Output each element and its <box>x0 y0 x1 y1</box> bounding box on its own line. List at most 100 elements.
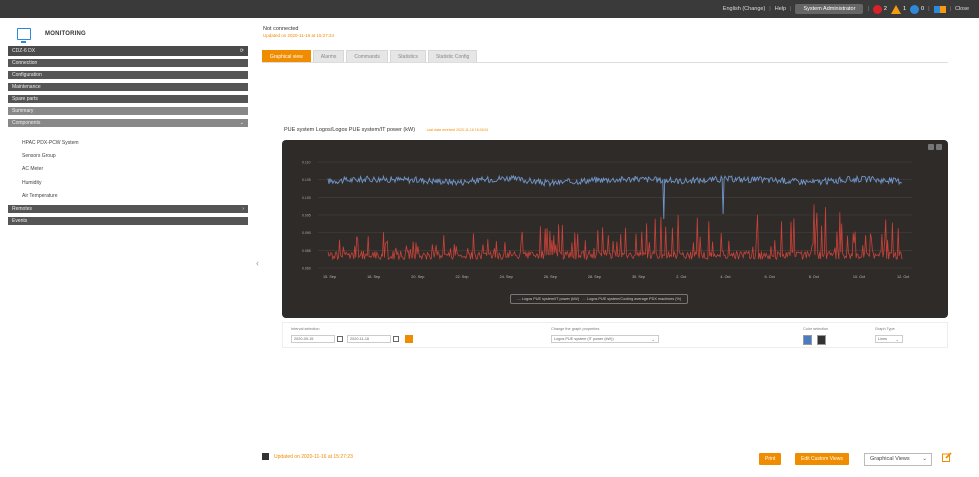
separator: | <box>867 6 869 12</box>
tab-alarms[interactable]: Alarms <box>312 50 345 62</box>
info-alarm-count: 0 <box>921 6 925 12</box>
component-item[interactable]: AC Meter <box>22 166 43 172</box>
critical-alarm-badge[interactable]: 2 <box>872 4 887 14</box>
x-tick-label: 15. Sep <box>323 275 336 279</box>
y-tick-label: 0.060 <box>302 267 311 271</box>
app-title: MONITORING <box>45 31 86 37</box>
chevron-down-icon: ⌄ <box>651 337 655 342</box>
refresh-icon[interactable]: ⟳ <box>240 46 244 56</box>
tab-graphical-view[interactable]: Graphical view <box>262 50 311 62</box>
edit-icon[interactable] <box>942 452 952 462</box>
status-title: Not connected <box>263 26 299 32</box>
separator: | <box>949 6 951 12</box>
graph-type-select[interactable]: Lines ⌄ <box>875 335 903 343</box>
color-black-button[interactable] <box>817 335 826 345</box>
collapse-sidebar-icon[interactable]: ‹ <box>256 258 259 268</box>
views-value: Graphical Views <box>870 456 910 462</box>
calendar-icon[interactable] <box>337 336 343 342</box>
sidebar-item-connection[interactable]: Connection <box>8 59 248 67</box>
x-tick-label: 22. Sep <box>455 275 468 279</box>
to-date-input[interactable]: 2020-11-16 <box>347 335 391 343</box>
user-button[interactable]: System Administrator <box>795 4 864 14</box>
app-logo-row: MONITORING <box>17 24 86 44</box>
separator: | <box>928 6 930 12</box>
legend-item[interactable]: Logos PUE system/IT power (kW) <box>522 297 579 301</box>
series-line-2[interactable] <box>327 204 903 261</box>
graph-controls: Interval selection 2020-09-15 2020-11-16… <box>282 322 948 348</box>
from-date-input[interactable]: 2020-09-15 <box>291 335 335 343</box>
edit-custom-views-button[interactable]: Edit Custom Views <box>795 453 849 465</box>
info-icon <box>910 4 919 14</box>
remotes-label: Remotes <box>12 206 33 212</box>
x-tick-label: 10. Oct <box>853 275 866 279</box>
print-button[interactable]: Print <box>759 453 782 465</box>
tab-statistic-config[interactable]: Statistic Config <box>427 50 478 62</box>
y-tick-label: 0.100 <box>302 196 311 200</box>
y-tick-label: 0.095 <box>302 214 311 218</box>
x-tick-label: 18. Sep <box>367 275 380 279</box>
critical-alarm-icon <box>872 4 882 14</box>
chevron-down-icon: ⌄ <box>895 337 899 342</box>
status-updated: Updated on 2020-11-16 at 15:27:24 <box>263 33 334 38</box>
site-name: CDZ-6 DX <box>12 48 36 54</box>
close-link[interactable]: Close <box>955 6 969 12</box>
property-select[interactable]: Logos PUE system (IT power (kW)) ⌄ <box>551 335 659 343</box>
views-select[interactable]: Graphical Views ⌄ <box>864 453 932 466</box>
line-chart: 0.060 0.085 0.090 0.095 0.100 0.105 0.110 15. S… <box>302 161 912 279</box>
info-alarm-badge[interactable]: 0 <box>910 4 925 14</box>
flag-icon[interactable] <box>933 5 946 13</box>
separator: | <box>790 6 792 12</box>
chevron-right-icon: › <box>242 206 244 212</box>
legend-item[interactable]: Logos PUE system/Cooling average PDX mac… <box>587 297 681 301</box>
top-bar-items: English (Change) | Help | System Adminis… <box>723 4 969 14</box>
graph-title-text: PUE system Logos/Logos PUE system/IT pow… <box>284 127 416 133</box>
color-blue-button[interactable] <box>803 335 812 345</box>
component-item[interactable]: HPAC PDX-PCW System <box>22 140 79 146</box>
sidebar-item-remotes[interactable]: Remotes › <box>8 205 248 213</box>
graph-subtitle: Last data received 2020-11-16 15:26:51 <box>426 128 489 132</box>
components-label: Components <box>12 120 41 126</box>
tab-commands[interactable]: Commands <box>346 50 388 62</box>
graph-title: PUE system Logos/Logos PUE system/IT pow… <box>284 127 488 133</box>
sidebar-item-configuration[interactable]: Configuration <box>8 71 248 79</box>
warning-alarm-badge[interactable]: 1 <box>890 4 906 14</box>
property-label: Change the graph properties <box>551 327 600 331</box>
warning-icon <box>890 4 901 14</box>
apply-interval-button[interactable] <box>405 335 413 343</box>
x-tick-label: 12. Oct <box>897 275 910 279</box>
help-link[interactable]: Help <box>775 6 786 12</box>
y-tick-label: 0.090 <box>302 231 311 235</box>
chevron-down-icon: ⌄ <box>922 456 927 462</box>
x-tick-label: 20. Sep <box>411 275 424 279</box>
sidebar-item-events[interactable]: Events <box>8 217 248 225</box>
graph-type-label: Graph Type <box>875 327 895 331</box>
warning-alarm-count: 1 <box>902 6 906 12</box>
color-label: Color selection <box>803 327 829 331</box>
sidebar-item-spare-parts[interactable]: Spare parts <box>8 95 248 103</box>
graph-type-value: Lines <box>878 337 888 341</box>
save-icon[interactable] <box>262 453 269 460</box>
sidebar-item-summary[interactable]: Summary <box>8 107 248 115</box>
tab-statistics[interactable]: Statistics <box>389 50 426 62</box>
critical-alarm-count: 2 <box>883 6 887 12</box>
property-value: Logos PUE system (IT power (kW)) <box>554 337 614 341</box>
sidebar-item-maintenance[interactable]: Maintenance <box>8 83 248 91</box>
component-item[interactable]: Air Temperature <box>22 193 57 199</box>
connection-status: Not connected Updated on 2020-11-16 at 1… <box>263 26 334 38</box>
language-link[interactable]: English (Change) <box>723 6 766 12</box>
sidebar-item-components[interactable]: Components ⌄ <box>8 119 248 127</box>
separator: | <box>769 6 771 12</box>
footer-updated: Updated on 2020-11-16 at 15:27:23 <box>274 454 353 460</box>
tab-bar: Graphical view Alarms Commands Statistic… <box>262 50 478 62</box>
component-item[interactable]: Sensors Group <box>22 153 56 159</box>
x-tick-label: 28. Sep <box>588 275 601 279</box>
calendar-icon[interactable] <box>393 336 399 342</box>
monitor-icon <box>17 28 31 43</box>
chart-panel: 0.060 0.085 0.090 0.095 0.100 0.105 0.110 15. S… <box>282 140 948 318</box>
component-item[interactable]: Humidity <box>22 180 41 186</box>
chevron-down-icon: ⌄ <box>239 120 244 126</box>
x-tick-label: 6. Oct <box>765 275 776 279</box>
x-tick-label: 2. Oct <box>676 275 687 279</box>
top-bar: English (Change) | Help | System Adminis… <box>0 0 979 18</box>
site-header[interactable]: CDZ-6 DX ⟳ <box>8 46 248 56</box>
